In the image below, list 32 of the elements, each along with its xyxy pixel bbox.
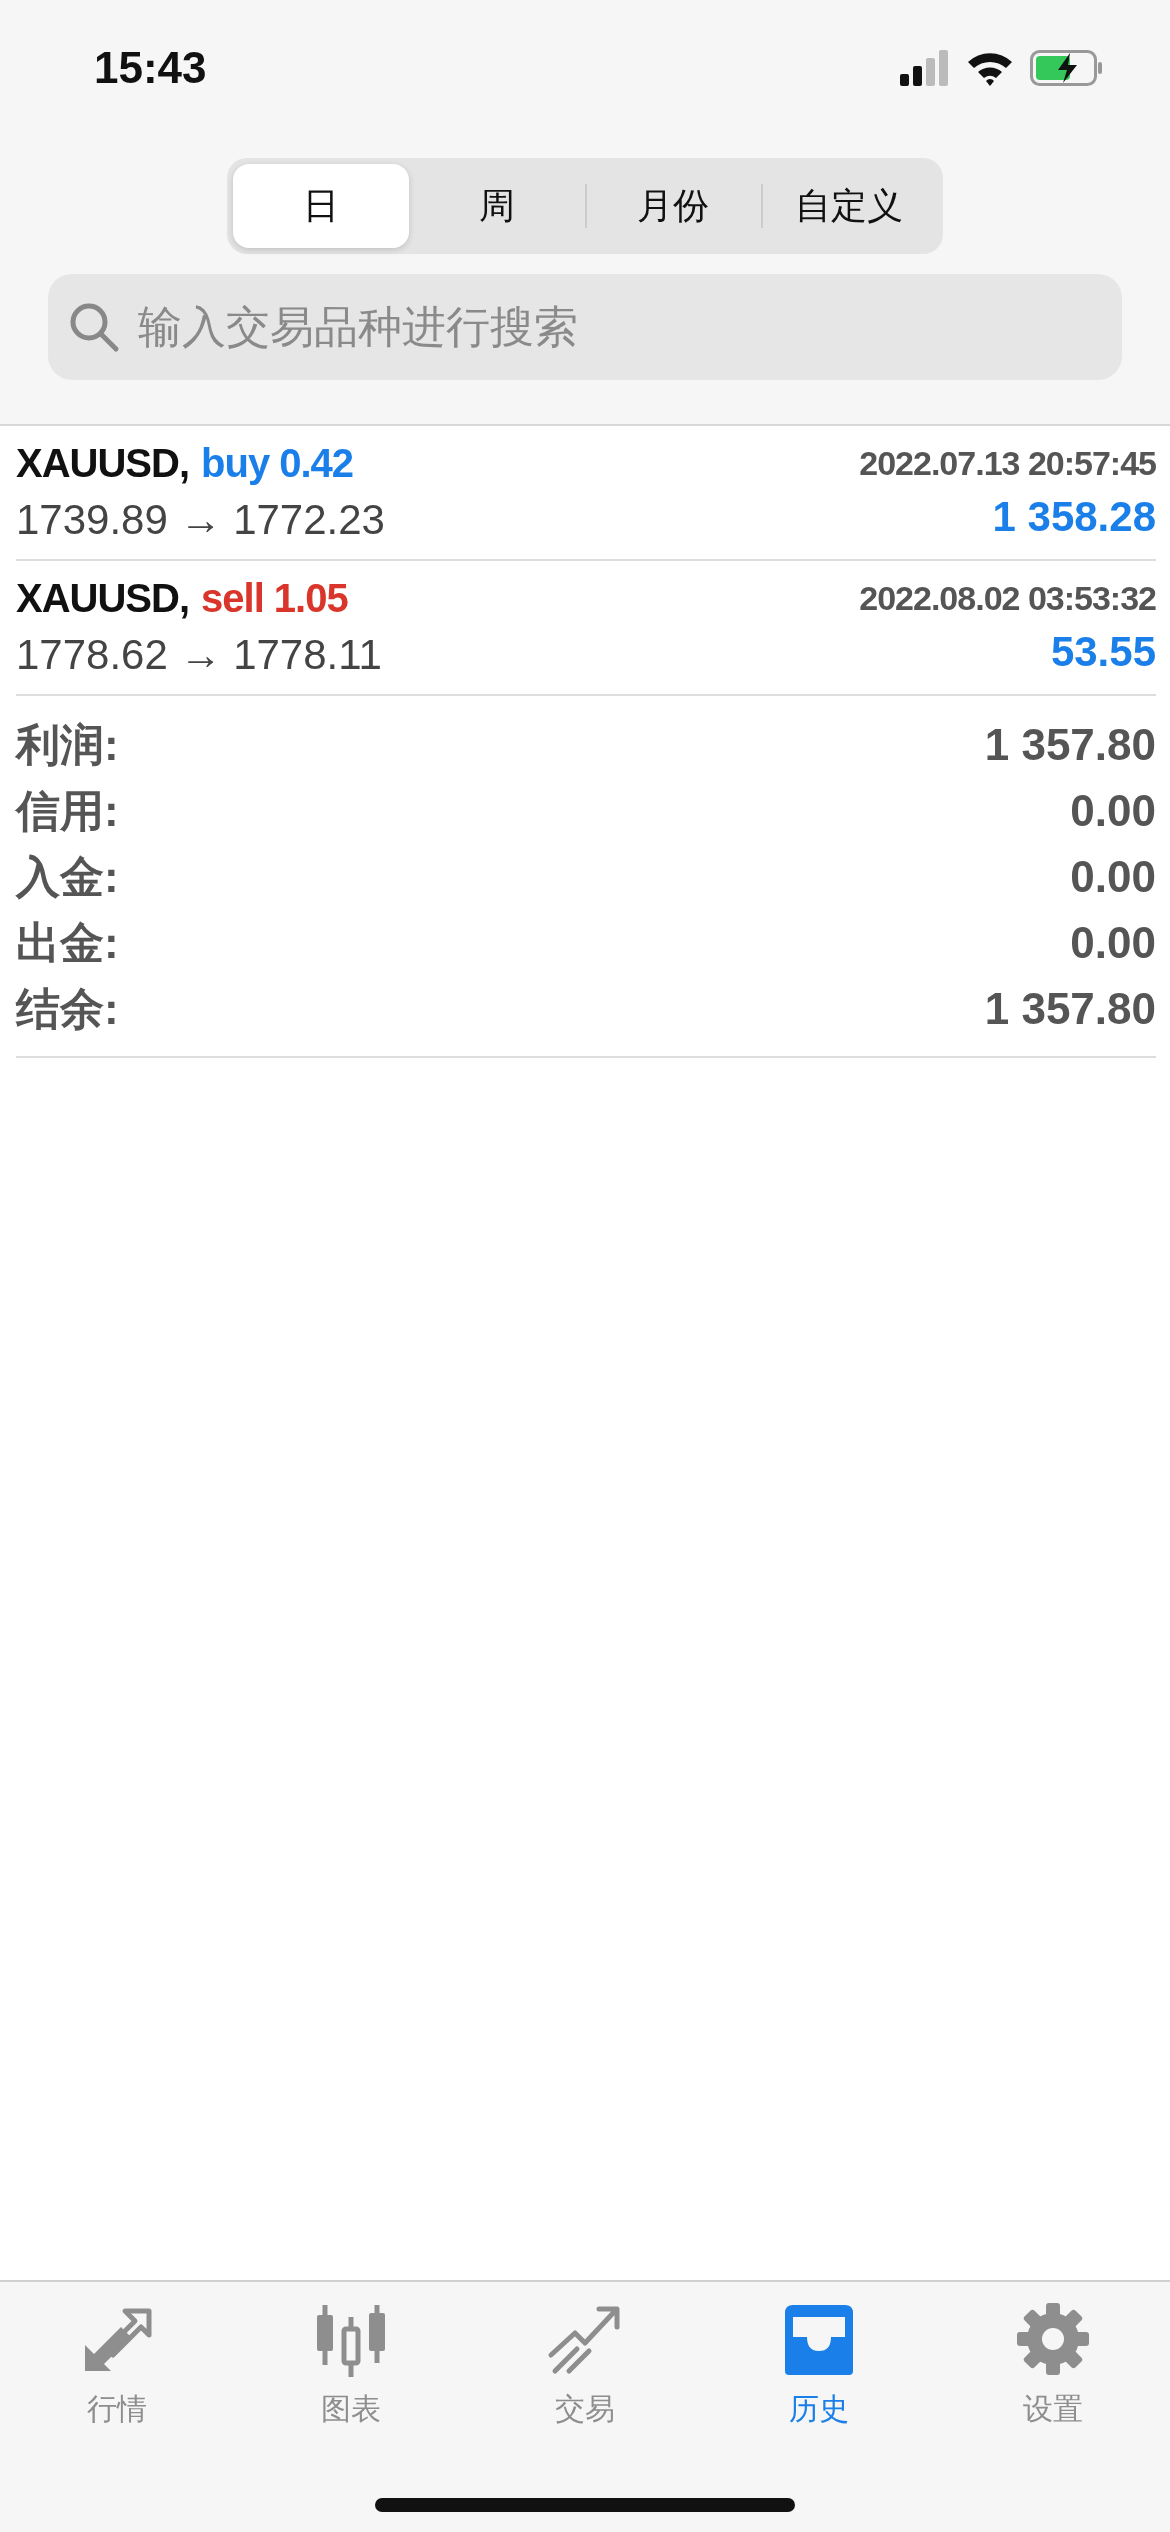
summary-label: 结余: [16, 982, 119, 1035]
status-time: 15:43 [94, 43, 207, 93]
summary-value: 0.00 [1070, 786, 1156, 836]
period-tab[interactable]: 周 [409, 164, 585, 248]
deal-time: 2022.07.13 20:57:45 [859, 444, 1156, 483]
summary-value: 1 357.80 [984, 720, 1156, 770]
summary-value: 0.00 [1070, 852, 1156, 902]
deal-profit: 1 358.28 [992, 493, 1156, 541]
period-tab[interactable]: 日 [233, 164, 409, 248]
deal-prices: 1739.89 → 1772.23 [16, 496, 385, 544]
signal-icon [900, 50, 950, 86]
summary-label: 利润: [16, 718, 119, 771]
deal-order: sell 1.05 [201, 576, 348, 620]
tab-bar-item[interactable]: 历史 [739, 2298, 899, 2431]
battery-icon [1030, 50, 1104, 86]
summary-value: 1 357.80 [984, 984, 1156, 1034]
deal-row[interactable]: XAUUSD, buy 0.42 1739.89 → 1772.23 2022.07.13 20:57:45 1 358.28 [16, 426, 1156, 561]
period-tab[interactable]: 自定义 [761, 164, 937, 248]
period-tab[interactable]: 月份 [585, 164, 761, 248]
deal-prices: 1778.62 → 1778.11 [16, 631, 382, 679]
summary-label: 信用: [16, 784, 119, 837]
deal-order: buy 0.42 [201, 441, 354, 485]
wifi-icon [966, 50, 1014, 86]
summary-value: 0.00 [1070, 918, 1156, 968]
search-field[interactable]: 输入交易品种进行搜索 [48, 274, 1122, 380]
deal-profit: 53.55 [1050, 628, 1156, 676]
summary-label: 出金: [16, 916, 119, 969]
deal-row[interactable]: XAUUSD, sell 1.05 1778.62 → 1778.11 2022.08.02 03:53:32 53.55 [16, 561, 1156, 696]
deal-symbol: XAUUSD, [16, 441, 190, 485]
deal-symbol: XAUUSD, [16, 576, 190, 620]
deal-time: 2022.08.02 03:53:32 [859, 579, 1156, 618]
summary-label: 入金: [16, 850, 119, 903]
